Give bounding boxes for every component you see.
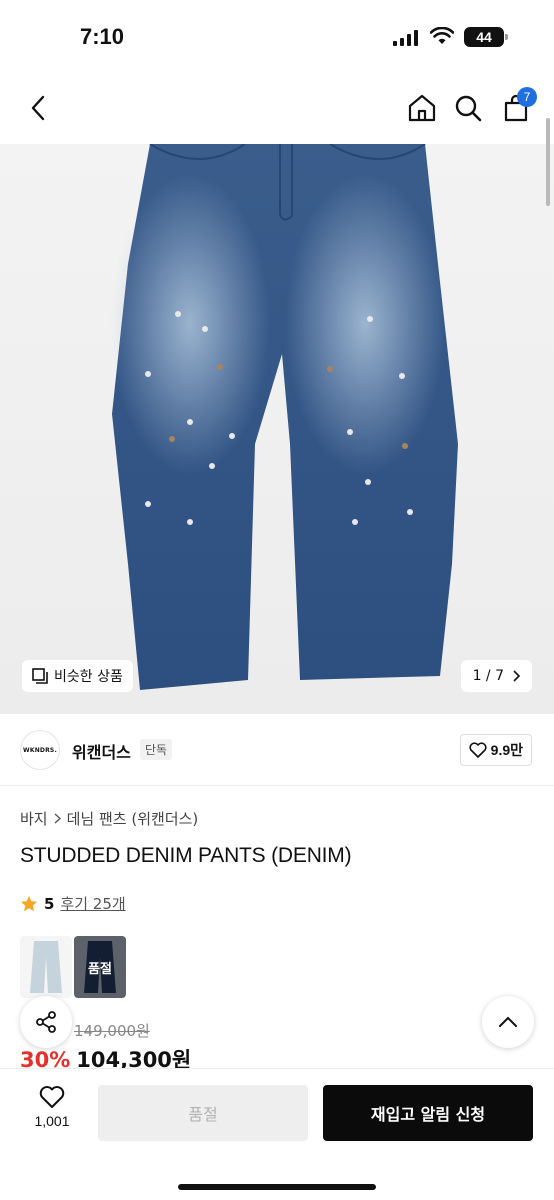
chevron-up-icon (499, 1016, 517, 1027)
cart-count-badge: 7 (517, 87, 537, 107)
soldout-overlay: 품절 (74, 936, 126, 998)
rating-value: 5 (44, 894, 55, 913)
brand-row: WKNDRS. 위캔더스 단독 9.9만 (0, 714, 554, 786)
soldout-button[interactable]: 품절 (98, 1085, 308, 1141)
bottom-purchase-bar: 1,001 품절 재입고 알림 신청 (0, 1068, 554, 1200)
denim-pants-image (110, 144, 458, 690)
share-icon (36, 1011, 56, 1033)
scroll-indicator (546, 118, 550, 206)
scroll-to-top-button[interactable] (482, 996, 534, 1048)
review-link[interactable]: 후기 25개 (60, 893, 125, 914)
cellular-signal-icon (393, 30, 418, 46)
home-icon (408, 94, 436, 122)
similar-items-icon (32, 668, 48, 684)
status-time: 7:10 (80, 24, 125, 49)
chevron-left-icon (31, 95, 45, 121)
product-title: STUDDED DENIM PANTS (DENIM) (20, 844, 352, 867)
brand-like-count: 9.9만 (490, 742, 523, 758)
product-image-gallery[interactable]: 비슷한 상품 1 / 7 (0, 144, 554, 714)
heart-icon (39, 1086, 65, 1108)
light-jeans-thumbnail (30, 941, 62, 993)
brand-name[interactable]: 위캔더스 (72, 739, 131, 763)
chevron-right-icon (513, 670, 520, 682)
breadcrumb: 바지 데님 팬츠 (위캔더스) (20, 808, 198, 829)
wifi-icon (430, 27, 454, 44)
breadcrumb-subcategory[interactable]: 데님 팬츠 (위캔더스) (67, 808, 199, 829)
chevron-right-icon (54, 813, 61, 824)
status-bar: 7:10 44 (0, 0, 554, 76)
color-options: 품절 (20, 936, 126, 998)
wishlist-button[interactable]: 1,001 (22, 1085, 82, 1143)
back-button[interactable] (20, 90, 56, 126)
brand-like-button[interactable]: 9.9만 (459, 734, 532, 766)
similar-products-button[interactable]: 비슷한 상품 (22, 660, 133, 692)
rating-row: 5 후기 25개 (20, 893, 126, 914)
exclusive-badge: 단독 (140, 739, 173, 760)
restock-alert-button[interactable]: 재입고 알림 신청 (323, 1085, 533, 1141)
search-button[interactable] (450, 90, 486, 126)
similar-products-label: 비슷한 상품 (54, 669, 123, 685)
battery-level: 44 (476, 29, 492, 45)
home-button[interactable] (404, 90, 440, 126)
image-counter[interactable]: 1 / 7 (460, 660, 532, 692)
cart-button[interactable]: 7 (498, 87, 537, 126)
original-price: 149,000원 (74, 1022, 150, 1040)
home-indicator (178, 1184, 376, 1190)
breadcrumb-category[interactable]: 바지 (20, 808, 48, 829)
heart-icon (469, 742, 487, 758)
color-swatch-light[interactable] (20, 936, 72, 998)
star-icon (21, 895, 37, 911)
wishlist-count: 1,001 (34, 1113, 70, 1129)
brand-logo[interactable]: WKNDRS. (20, 730, 60, 770)
top-nav: 7 (0, 76, 554, 144)
share-button[interactable] (20, 996, 72, 1048)
color-swatch-denim[interactable]: 품절 (74, 936, 126, 998)
search-icon (455, 95, 482, 122)
battery-icon: 44 (464, 27, 508, 47)
image-counter-text: 1 / 7 (472, 668, 504, 684)
